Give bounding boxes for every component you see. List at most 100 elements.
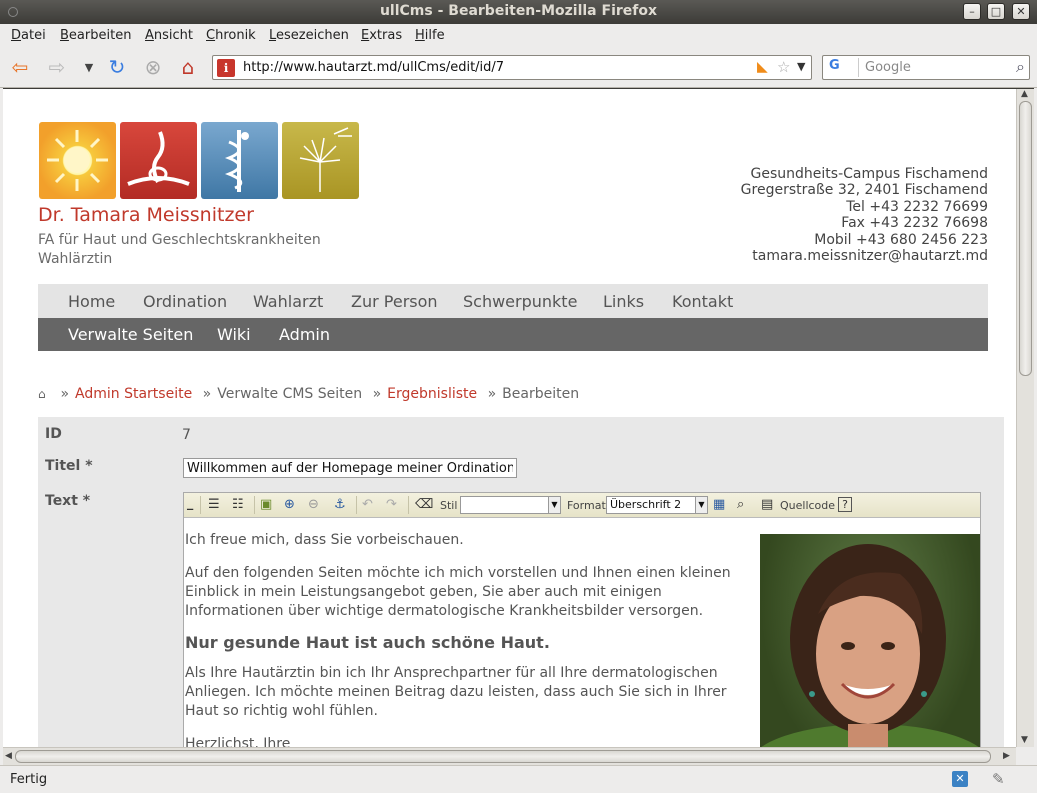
- contact-email[interactable]: tamara.meissnitzer@hautarzt.md: [741, 248, 988, 264]
- title-input[interactable]: [183, 458, 517, 478]
- editor-text[interactable]: Ich freue mich, dass Sie vorbeischauen. …: [185, 531, 735, 747]
- nav-kontakt[interactable]: Kontakt: [672, 292, 733, 311]
- site-subtitle: FA für Haut und Geschlechtskrankheiten: [38, 232, 321, 248]
- edit-form: ID 7 Titel * Text * ▁ ☰ ☷ ▣ ⊕ ⊖ ⚓ ↶ ↷ ⌫ …: [38, 417, 1004, 747]
- page-viewport: Dr. Tamara Meissnitzer FA für Haut und G…: [3, 89, 1016, 747]
- vertical-scroll-thumb[interactable]: [1019, 101, 1032, 376]
- anchor-icon[interactable]: ⚓: [334, 497, 346, 512]
- nav-wahlarzt[interactable]: Wahlarzt: [253, 292, 323, 311]
- bulleted-list-icon[interactable]: ☷: [232, 497, 244, 512]
- menu-lesezeichen[interactable]: Lesezeichen: [269, 28, 349, 43]
- contact-address-1: Gesundheits-Campus Fischamend: [750, 166, 988, 182]
- remove-link-icon[interactable]: ⊖: [308, 497, 319, 512]
- help-icon[interactable]: ?: [838, 497, 852, 512]
- preview-icon[interactable]: ⌕: [737, 497, 744, 512]
- editor-paragraph: Auf den folgenden Seiten möchte ich mich…: [185, 565, 731, 619]
- toolbar-collapse-icon[interactable]: ▁: [187, 501, 193, 510]
- menu-hilfe[interactable]: Hilfe: [415, 28, 445, 43]
- caduceus-logo-icon: [201, 122, 278, 199]
- status-text: Fertig: [10, 772, 48, 787]
- home-icon[interactable]: ⌂: [38, 387, 50, 401]
- insert-image-icon[interactable]: ▣: [260, 497, 272, 512]
- breadcrumb-separator: »: [372, 386, 382, 402]
- back-arrow-icon[interactable]: ⇦: [7, 54, 33, 80]
- dandelion-logo-icon: [282, 122, 359, 199]
- scroll-right-icon[interactable]: ▶: [1003, 751, 1010, 761]
- chevron-down-icon: ▼: [548, 497, 560, 513]
- table-icon[interactable]: ▦: [713, 497, 725, 512]
- horizontal-scrollbar[interactable]: ◀ ▶: [3, 747, 1016, 765]
- toolbar-separator: [254, 496, 255, 514]
- nav-links[interactable]: Links: [603, 292, 644, 311]
- source-code-icon[interactable]: ▤: [761, 497, 773, 512]
- close-button[interactable]: ✕: [1012, 3, 1030, 20]
- home-icon[interactable]: ⌂: [175, 54, 201, 80]
- contact-address-2: Gregerstraße 32, 2401 Fischamend: [740, 182, 988, 199]
- search-engine-icon[interactable]: G: [825, 58, 859, 77]
- search-bar[interactable]: G Google ⌕: [822, 55, 1030, 80]
- contact-fax: Fax +43 2232 76698: [841, 215, 988, 232]
- toolbar-separator: [408, 496, 409, 514]
- rss-icon[interactable]: ◣: [757, 59, 768, 75]
- activity-icon[interactable]: ✎: [992, 770, 1005, 788]
- nav-zur-person[interactable]: Zur Person: [351, 292, 438, 311]
- site-name[interactable]: Dr. Tamara Meissnitzer: [38, 204, 254, 226]
- style-select[interactable]: ▼: [460, 496, 561, 514]
- breadcrumb-results[interactable]: Ergebnisliste: [387, 386, 477, 402]
- reload-icon[interactable]: ↻: [104, 54, 130, 80]
- scroll-corner: [1016, 747, 1034, 765]
- bookmark-star-icon[interactable]: ☆: [777, 58, 790, 76]
- editor-toolbar: ▁ ☰ ☷ ▣ ⊕ ⊖ ⚓ ↶ ↷ ⌫ Stil ▼ Format Übersc…: [184, 493, 980, 518]
- source-code-button[interactable]: Quellcode: [780, 499, 835, 512]
- url-dropdown-icon[interactable]: ▼: [797, 60, 805, 73]
- redo-icon[interactable]: ↷: [386, 497, 397, 512]
- menu-datei[interactable]: Datei: [11, 28, 46, 43]
- horizontal-scroll-thumb[interactable]: [15, 750, 991, 763]
- admin-nav-wiki[interactable]: Wiki: [217, 325, 251, 344]
- vertical-scrollbar[interactable]: ▲ ▼: [1016, 89, 1034, 747]
- portrait-photo[interactable]: [760, 534, 980, 747]
- nav-schwerpunkte[interactable]: Schwerpunkte: [463, 292, 577, 311]
- editor-content[interactable]: Ich freue mich, dass Sie vorbeischauen. …: [184, 519, 980, 747]
- forward-arrow-icon[interactable]: ⇨: [44, 54, 70, 80]
- editor-paragraph: Ich freue mich, dass Sie vorbeischauen.: [185, 532, 464, 548]
- url-bar[interactable]: ℹ http://www.hautarzt.md/ullCms/edit/id/…: [212, 55, 812, 80]
- scroll-down-icon[interactable]: ▼: [1021, 735, 1028, 745]
- search-icon[interactable]: ⌕: [1016, 57, 1025, 77]
- admin-nav-admin[interactable]: Admin: [279, 325, 330, 344]
- nav-home[interactable]: Home: [68, 292, 115, 311]
- scroll-up-icon[interactable]: ▲: [1021, 89, 1028, 99]
- undo-icon[interactable]: ↶: [362, 497, 373, 512]
- rich-text-editor[interactable]: ▁ ☰ ☷ ▣ ⊕ ⊖ ⚓ ↶ ↷ ⌫ Stil ▼ Format Übersc…: [183, 492, 981, 747]
- format-select-value: Überschrift 2: [610, 498, 682, 511]
- nav-ordination[interactable]: Ordination: [143, 292, 227, 311]
- addon-icon[interactable]: ✕: [952, 771, 968, 787]
- url-text[interactable]: http://www.hautarzt.md/ullCms/edit/id/7: [243, 60, 504, 75]
- format-label: Format: [567, 499, 606, 512]
- history-dropdown-icon[interactable]: ▼: [76, 54, 102, 80]
- editor-paragraph: Als Ihre Hautärztin bin ich Ihr Ansprech…: [185, 665, 727, 719]
- minimize-button[interactable]: –: [963, 3, 981, 20]
- contact-mobile: Mobil +43 680 2456 223: [814, 231, 988, 248]
- stop-icon[interactable]: ⊗: [140, 54, 166, 80]
- eraser-icon[interactable]: ⌫: [415, 497, 433, 512]
- status-bar: Fertig ✕ ✎: [0, 765, 1037, 793]
- chevron-down-icon: ▼: [695, 497, 707, 513]
- menu-extras[interactable]: Extras: [361, 28, 402, 43]
- maximize-button[interactable]: □: [987, 3, 1005, 20]
- title-label: Titel *: [45, 458, 93, 474]
- breadcrumb-separator: »: [202, 386, 212, 402]
- insert-link-icon[interactable]: ⊕: [284, 497, 295, 512]
- search-input[interactable]: Google: [865, 60, 911, 75]
- admin-nav-verwalte-seiten[interactable]: Verwalte Seiten: [68, 325, 193, 344]
- menu-ansicht[interactable]: Ansicht: [145, 28, 193, 43]
- site-subtitle-2: Wahlärztin: [38, 251, 113, 267]
- scroll-left-icon[interactable]: ◀: [5, 751, 12, 761]
- menu-chronik[interactable]: Chronik: [206, 28, 256, 43]
- numbered-list-icon[interactable]: ☰: [208, 497, 220, 512]
- breadcrumb-separator: »: [487, 386, 497, 402]
- breadcrumb-admin-start[interactable]: Admin Startseite: [75, 386, 192, 402]
- editor-heading: Nur gesunde Haut ist auch schöne Haut.: [185, 633, 550, 652]
- menu-bearbeiten[interactable]: Bearbeiten: [60, 28, 131, 43]
- format-select[interactable]: Überschrift 2 ▼: [606, 496, 708, 514]
